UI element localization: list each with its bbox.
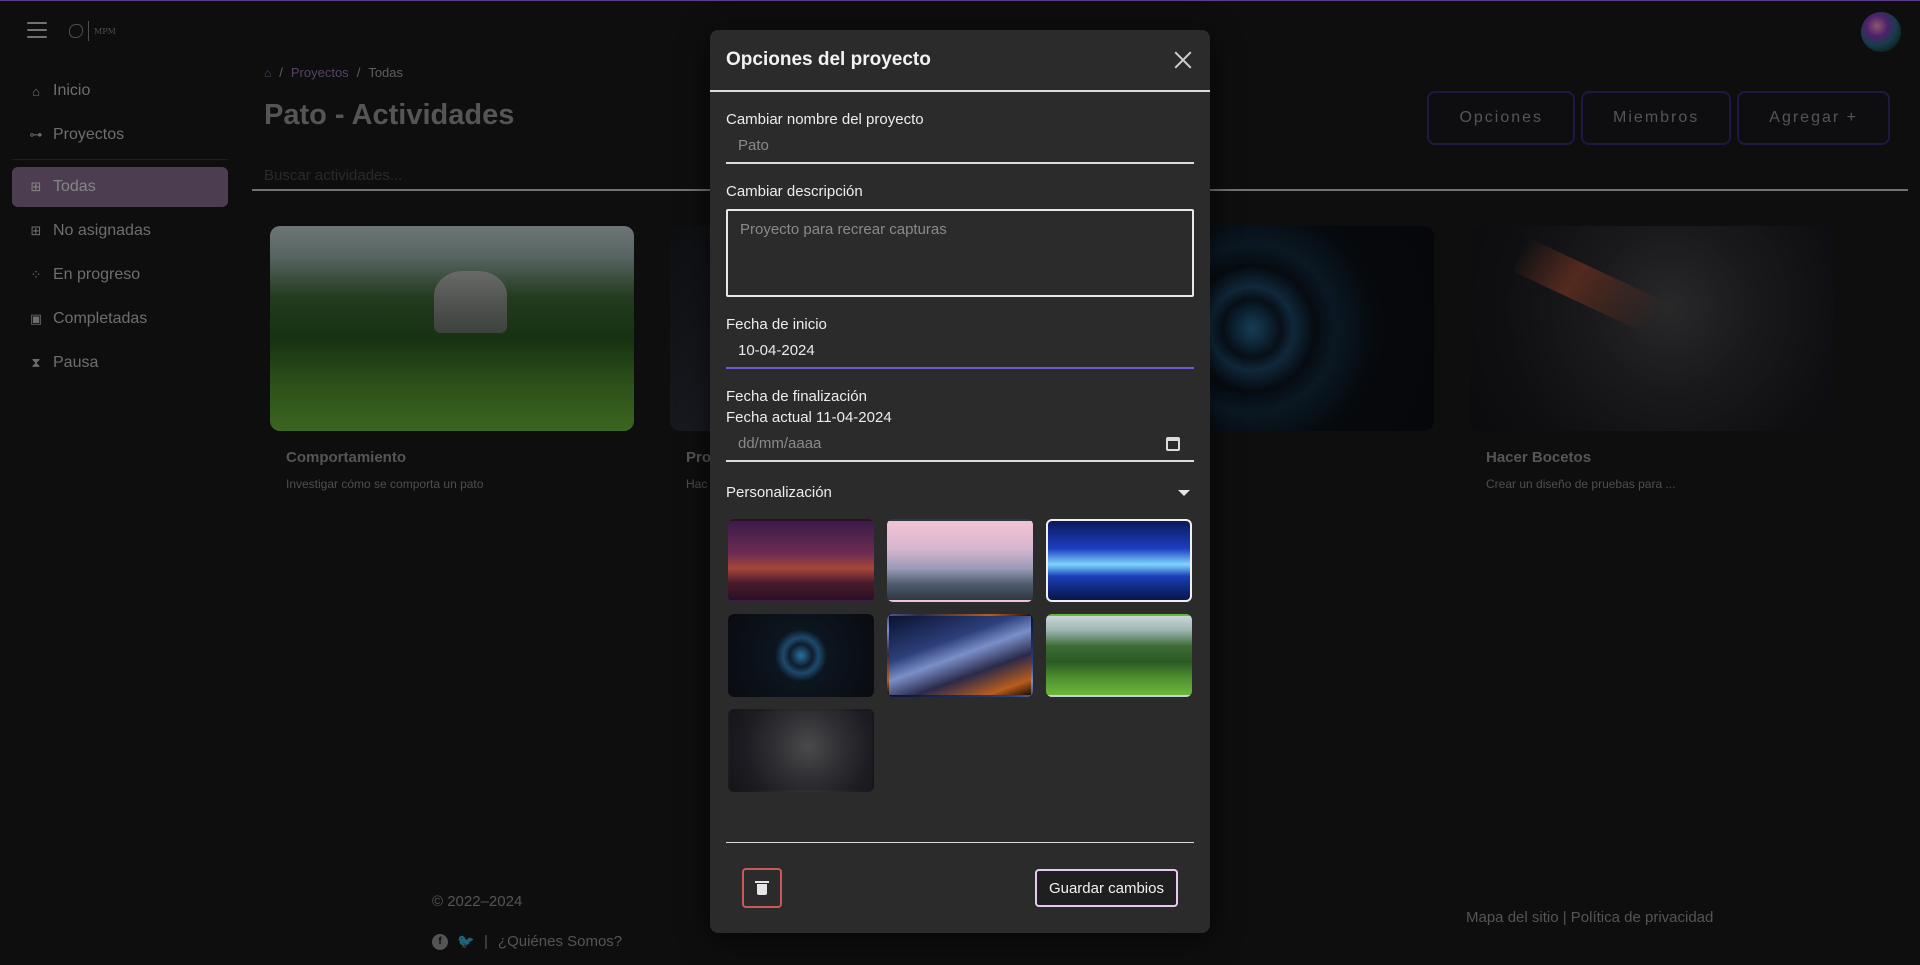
personalization-label: Personalización	[726, 484, 832, 501]
project-options-modal: Opciones del proyecto Cambiar nombre del…	[710, 30, 1210, 933]
delete-project-button[interactable]	[742, 868, 782, 908]
caret-down-icon	[1178, 489, 1190, 496]
background-option[interactable]	[1046, 614, 1192, 697]
project-name-input[interactable]	[726, 128, 1194, 164]
description-textarea[interactable]	[726, 209, 1194, 297]
modal-header: Opciones del proyecto	[710, 30, 1210, 92]
start-date-input[interactable]	[726, 333, 1194, 369]
current-date-text: Fecha actual 11-04-2024	[726, 409, 892, 426]
background-option[interactable]	[887, 519, 1033, 602]
save-changes-button[interactable]: Guardar cambios	[1034, 869, 1178, 907]
background-option[interactable]	[728, 614, 874, 697]
personalization-toggle[interactable]: Personalización	[726, 484, 1194, 501]
start-date-label: Fecha de inicio	[726, 316, 827, 333]
modal-title: Opciones del proyecto	[726, 49, 931, 70]
rename-label: Cambiar nombre del proyecto	[726, 111, 924, 128]
background-picker	[726, 519, 1194, 792]
modal-body: Cambiar nombre del proyecto Cambiar desc…	[710, 111, 1210, 792]
background-option[interactable]	[728, 709, 874, 792]
calendar-icon[interactable]	[1166, 437, 1180, 451]
end-date-label: Fecha de finalización	[726, 388, 867, 405]
close-icon[interactable]	[1172, 49, 1194, 71]
trash-icon	[755, 881, 769, 895]
background-option[interactable]	[887, 614, 1033, 697]
modal-footer: Guardar cambios	[726, 842, 1194, 933]
background-option[interactable]	[728, 519, 874, 602]
background-option-selected[interactable]	[1046, 519, 1192, 602]
end-date-row	[726, 426, 1194, 462]
description-label: Cambiar descripción	[726, 183, 863, 200]
end-date-input[interactable]	[726, 426, 1194, 462]
